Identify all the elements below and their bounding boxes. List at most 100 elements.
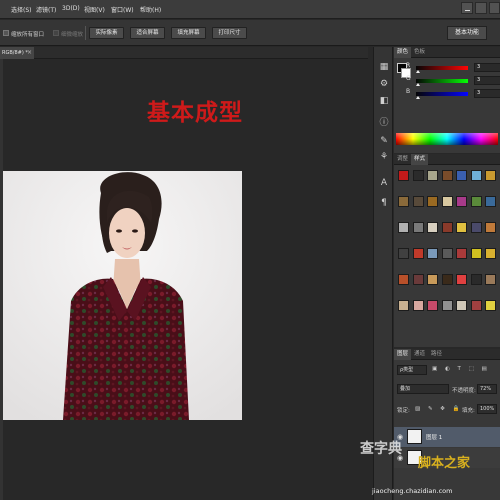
menu-select[interactable]: 选择(S) <box>11 5 32 14</box>
style-preset-swatch[interactable] <box>441 300 453 311</box>
blue-slider-knob[interactable] <box>416 96 420 99</box>
style-preset-swatch[interactable] <box>470 248 482 259</box>
style-preset-swatch[interactable] <box>485 196 496 207</box>
red-slider-knob[interactable] <box>416 70 420 73</box>
zoom-all-windows-checkbox[interactable] <box>3 30 9 36</box>
layers-panel: 图层 通道 路径 ρ类型 ▣ ◐ T ⬚ ▤ 叠加 不透明度: 72% 锁定: … <box>394 349 500 500</box>
style-preset-swatch[interactable] <box>441 170 453 181</box>
minimize-icon[interactable] <box>461 2 473 14</box>
menu-view[interactable]: 视图(V) <box>84 5 105 14</box>
workspace-switcher[interactable]: 基本功能 <box>447 26 487 40</box>
style-preset-swatch[interactable] <box>456 170 467 181</box>
red-slider-track[interactable] <box>416 66 468 70</box>
style-preset-swatch[interactable] <box>456 274 467 285</box>
style-preset-swatch[interactable] <box>427 248 438 259</box>
portrait-photo[interactable] <box>3 171 242 420</box>
style-preset-swatch[interactable] <box>456 222 467 233</box>
document-tab[interactable]: RGB/8#) * × <box>0 47 34 59</box>
properties-icon[interactable]: ⚙ <box>378 78 390 90</box>
brush-icon[interactable]: ✎ <box>378 135 390 147</box>
style-preset-swatch[interactable] <box>427 196 438 207</box>
adjustment-icon[interactable]: ◧ <box>378 95 390 107</box>
style-preset-swatch[interactable] <box>441 222 453 233</box>
style-preset-swatch[interactable] <box>485 300 496 311</box>
scrubby-zoom-checkbox[interactable] <box>53 30 59 36</box>
tab-paths[interactable]: 路径 <box>428 349 445 360</box>
options-bar: 缩放所有窗口 细微缩放 实际像素 适合屏幕 填充屏幕 打印尺寸 基本功能 <box>0 20 500 46</box>
tab-styles[interactable]: 样式 <box>411 154 429 165</box>
document-tab-bar: RGB/8#) * × <box>0 47 368 59</box>
menu-filter[interactable]: 滤镜(T) <box>36 5 56 14</box>
style-preset-swatch[interactable] <box>412 274 424 285</box>
style-preset-swatch[interactable] <box>456 300 467 311</box>
style-preset-swatch[interactable] <box>427 300 438 311</box>
style-preset-swatch[interactable] <box>470 222 482 233</box>
menu-window[interactable]: 窗口(W) <box>111 5 134 14</box>
style-preset-swatch[interactable] <box>398 196 409 207</box>
style-preset-swatch[interactable] <box>412 170 424 181</box>
blend-mode-select[interactable]: 叠加 <box>397 384 449 394</box>
history-icon[interactable]: ▦ <box>378 61 390 73</box>
style-preset-swatch[interactable] <box>485 274 496 285</box>
style-preset-swatch[interactable] <box>485 222 496 233</box>
style-preset-swatch[interactable] <box>427 222 438 233</box>
info-icon[interactable]: ⓘ <box>378 117 390 129</box>
paragraph-icon[interactable]: ¶ <box>378 197 390 209</box>
style-preset-swatch[interactable] <box>398 300 409 311</box>
tab-channels[interactable]: 通道 <box>411 349 428 360</box>
close-icon[interactable]: × <box>27 47 32 59</box>
fit-screen-button[interactable]: 适合屏幕 <box>130 27 165 39</box>
style-preset-swatch[interactable] <box>485 170 496 181</box>
layer-name[interactable]: 图层 1 <box>426 433 442 441</box>
print-size-button[interactable]: 打印尺寸 <box>212 27 247 39</box>
style-preset-swatch[interactable] <box>412 248 424 259</box>
green-value-field[interactable]: 3 <box>474 76 500 85</box>
restore-icon[interactable] <box>475 2 487 14</box>
tab-adjustments[interactable]: 调整 <box>394 154 411 165</box>
style-preset-swatch[interactable] <box>456 248 467 259</box>
style-preset-swatch[interactable] <box>470 170 482 181</box>
menu-3d[interactable]: 3D(D) <box>62 5 80 12</box>
style-preset-swatch[interactable] <box>470 300 482 311</box>
tab-swatches[interactable]: 色板 <box>411 47 428 58</box>
style-preset-swatch[interactable] <box>412 222 424 233</box>
layer-filter-select[interactable]: ρ类型 <box>397 365 427 375</box>
style-preset-swatch[interactable] <box>441 248 453 259</box>
style-preset-swatch[interactable] <box>470 196 482 207</box>
blue-value-field[interactable]: 3 <box>474 89 500 98</box>
style-preset-swatch[interactable] <box>427 274 438 285</box>
style-preset-swatch[interactable] <box>412 196 424 207</box>
style-preset-swatch[interactable] <box>485 248 496 259</box>
tab-color[interactable]: 颜色 <box>394 47 412 58</box>
style-preset-swatch[interactable] <box>456 196 467 207</box>
character-icon[interactable]: A <box>378 177 390 189</box>
opacity-field[interactable]: 72% <box>477 384 497 394</box>
menu-help[interactable]: 帮助(H) <box>140 5 161 14</box>
style-preset-swatch[interactable] <box>427 170 438 181</box>
color-spectrum-ramp[interactable] <box>396 133 498 145</box>
style-preset-swatch[interactable] <box>470 274 482 285</box>
actual-pixels-button[interactable]: 实际像素 <box>89 27 124 39</box>
blue-slider-track[interactable] <box>416 92 468 96</box>
fill-field[interactable]: 100% <box>477 404 497 414</box>
style-preset-swatch[interactable] <box>398 248 409 259</box>
tab-layers[interactable]: 图层 <box>394 349 412 360</box>
blue-slider[interactable]: B 3 <box>406 88 500 99</box>
clone-source-icon[interactable]: ⚘ <box>378 151 390 163</box>
style-preset-swatch[interactable] <box>412 300 424 311</box>
layer-row-selected[interactable]: ◉ 图层 1 <box>394 427 500 447</box>
style-preset-swatch[interactable] <box>441 274 453 285</box>
red-slider[interactable]: R 3 <box>406 62 500 73</box>
layer-filter-icons[interactable]: ▣ ◐ T ⬚ ▤ <box>432 366 490 372</box>
fill-screen-button[interactable]: 填充屏幕 <box>171 27 206 39</box>
style-preset-swatch[interactable] <box>398 170 409 181</box>
green-slider-track[interactable] <box>416 79 468 83</box>
style-preset-swatch[interactable] <box>441 196 453 207</box>
lock-icons[interactable]: ▨ ✎ ✥ 🔒 <box>415 406 463 412</box>
green-slider-knob[interactable] <box>416 83 420 86</box>
red-value-field[interactable]: 3 <box>474 63 500 72</box>
close-window-icon[interactable] <box>489 2 500 14</box>
style-preset-swatch[interactable] <box>398 274 409 285</box>
style-preset-swatch[interactable] <box>398 222 409 233</box>
green-slider[interactable]: G 3 <box>406 75 500 86</box>
